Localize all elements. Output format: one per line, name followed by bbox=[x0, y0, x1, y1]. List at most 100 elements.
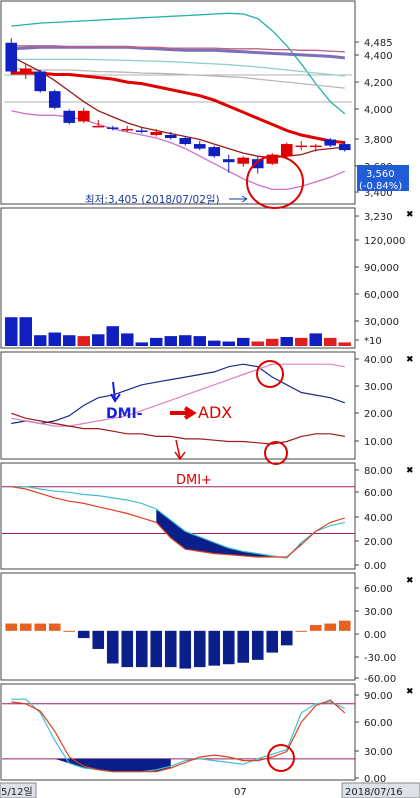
histogram-bar bbox=[19, 623, 32, 631]
volume-bar bbox=[106, 326, 119, 346]
y-tick-label: 80.00 bbox=[364, 466, 393, 477]
candle-body bbox=[280, 144, 293, 157]
volume-bar bbox=[92, 334, 105, 346]
close-icon[interactable]: ✖ bbox=[406, 576, 414, 586]
close-icon[interactable]: ✖ bbox=[406, 687, 414, 697]
candle-body bbox=[63, 110, 76, 123]
volume-bar bbox=[266, 338, 279, 346]
candle-body bbox=[150, 131, 163, 135]
close-icon[interactable]: ✖ bbox=[406, 355, 414, 365]
histogram-bar bbox=[179, 630, 192, 669]
histogram-bar bbox=[92, 630, 105, 649]
candle-body bbox=[179, 138, 192, 145]
volume-bar bbox=[324, 337, 337, 346]
oscillator-panel bbox=[2, 698, 355, 773]
volume-bar bbox=[5, 317, 18, 346]
volume-bar bbox=[19, 317, 32, 346]
y-tick-label: -60.00 bbox=[364, 674, 396, 685]
volume-panel-frame bbox=[0, 207, 356, 349]
candle-body bbox=[5, 42, 18, 72]
histogram-bar bbox=[48, 623, 61, 631]
histogram-bar bbox=[5, 623, 18, 631]
candle-body bbox=[237, 157, 250, 164]
moving-average-line bbox=[11, 12, 346, 115]
y-tick-label: 30.00 bbox=[364, 747, 393, 758]
volume-bar bbox=[295, 337, 308, 346]
highlight-circle bbox=[264, 441, 288, 465]
panel-frames bbox=[0, 0, 356, 781]
x-axis-label: 2018/07/16 bbox=[345, 787, 403, 798]
volume-bar bbox=[338, 342, 351, 346]
volume-bar bbox=[309, 333, 322, 346]
dmi-panel bbox=[11, 363, 345, 445]
histogram-bar bbox=[121, 630, 134, 668]
candle-body bbox=[92, 125, 105, 128]
histogram-bar bbox=[237, 630, 250, 663]
low-price-label: 최저:3,405 (2018/07/02일) bbox=[85, 193, 220, 206]
dmi-plus-annotation: DMI+ bbox=[176, 473, 212, 488]
volume-bar bbox=[34, 335, 47, 346]
y-tick-label: 60.00 bbox=[364, 488, 393, 499]
candle-body bbox=[48, 91, 61, 108]
highlight-circle bbox=[267, 744, 295, 772]
y-tick-label: 4,485 bbox=[364, 38, 393, 49]
histogram-bar bbox=[193, 630, 206, 668]
histogram-bar bbox=[208, 630, 221, 666]
histogram-bar bbox=[150, 630, 163, 668]
candle-body bbox=[295, 145, 308, 148]
moving-average-line bbox=[11, 55, 345, 159]
close-icon[interactable]: ✖ bbox=[406, 210, 414, 220]
volume-bar bbox=[208, 340, 221, 346]
y-axis-ticks: 4,4854,4004,2004,0003,8003,6003,4003,230… bbox=[355, 38, 405, 785]
histogram-bar bbox=[135, 630, 148, 668]
y-tick-label: 0.00 bbox=[364, 630, 386, 641]
candle-body bbox=[164, 134, 177, 139]
y-tick-label: 4,200 bbox=[364, 78, 393, 89]
y-tick-label: 120,000 bbox=[364, 236, 405, 247]
histogram-bar bbox=[164, 630, 177, 668]
volume-bar bbox=[280, 337, 293, 346]
candle-body bbox=[222, 159, 235, 163]
current-change: (-0.84%) bbox=[359, 181, 402, 192]
histogram-panel bbox=[5, 620, 351, 669]
y-tick-label: 60.00 bbox=[364, 718, 393, 729]
y-tick-label: 3,230 bbox=[364, 212, 393, 223]
y-tick-label: 4,000 bbox=[364, 105, 393, 116]
y-tick-label: 10.00 bbox=[364, 437, 393, 448]
price-panel bbox=[4, 12, 352, 191]
y-tick-label: 60,000 bbox=[364, 290, 399, 301]
histogram-bar bbox=[251, 630, 264, 660]
dmi-minus-annotation: DMI- bbox=[106, 406, 143, 422]
arrow-annotation bbox=[110, 381, 121, 403]
close-icon[interactable]: ✖ bbox=[406, 466, 414, 476]
y-tick-label: 4,400 bbox=[364, 51, 393, 62]
stock-chart: ✖ ✖ ✖ ✖ ✖ 4,4854,4004,2004,0003,8003,600… bbox=[0, 0, 420, 798]
histogram-bar bbox=[63, 630, 76, 632]
y-tick-label: *10 bbox=[364, 336, 382, 347]
y-tick-label: 30,000 bbox=[364, 317, 399, 328]
arrow-annotation bbox=[170, 406, 197, 420]
dmi-panel-frame bbox=[0, 351, 356, 460]
candle-body bbox=[34, 71, 47, 92]
volume-bar bbox=[179, 335, 192, 346]
close-buttons[interactable]: ✖ ✖ ✖ ✖ ✖ bbox=[406, 210, 414, 697]
stochastic-panel bbox=[2, 486, 355, 559]
y-tick-label: 0.00 bbox=[364, 561, 386, 572]
histogram-bar bbox=[222, 630, 235, 665]
indicator-line bbox=[11, 412, 345, 445]
volume-bar bbox=[237, 337, 250, 346]
adx-annotation: ADX bbox=[198, 403, 232, 422]
histogram-bar bbox=[34, 623, 47, 631]
y-tick-label: 30.00 bbox=[364, 607, 393, 618]
histogram-bar bbox=[324, 623, 337, 631]
candle-body bbox=[77, 110, 90, 122]
y-tick-label: 3,800 bbox=[364, 135, 393, 146]
indicator-line bbox=[11, 486, 345, 559]
histogram-bar bbox=[106, 630, 119, 664]
x-axis-label: 07 bbox=[234, 787, 247, 798]
current-price: 3,560 bbox=[366, 169, 395, 180]
arrow-annotation bbox=[174, 439, 186, 461]
volume-bar bbox=[164, 336, 177, 346]
histogram-bar bbox=[77, 630, 90, 639]
volume-bar bbox=[193, 336, 206, 346]
